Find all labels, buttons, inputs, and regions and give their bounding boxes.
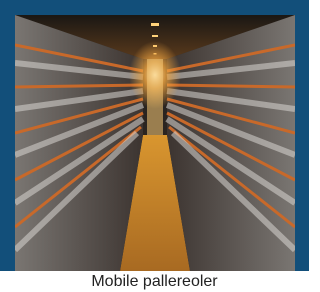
product-card[interactable]: Mobile pallereoler bbox=[0, 0, 309, 292]
image-frame bbox=[0, 0, 309, 271]
warehouse-aisle-image[interactable] bbox=[15, 15, 295, 271]
photo-illustration bbox=[15, 15, 295, 271]
product-caption[interactable]: Mobile pallereoler bbox=[0, 271, 309, 292]
